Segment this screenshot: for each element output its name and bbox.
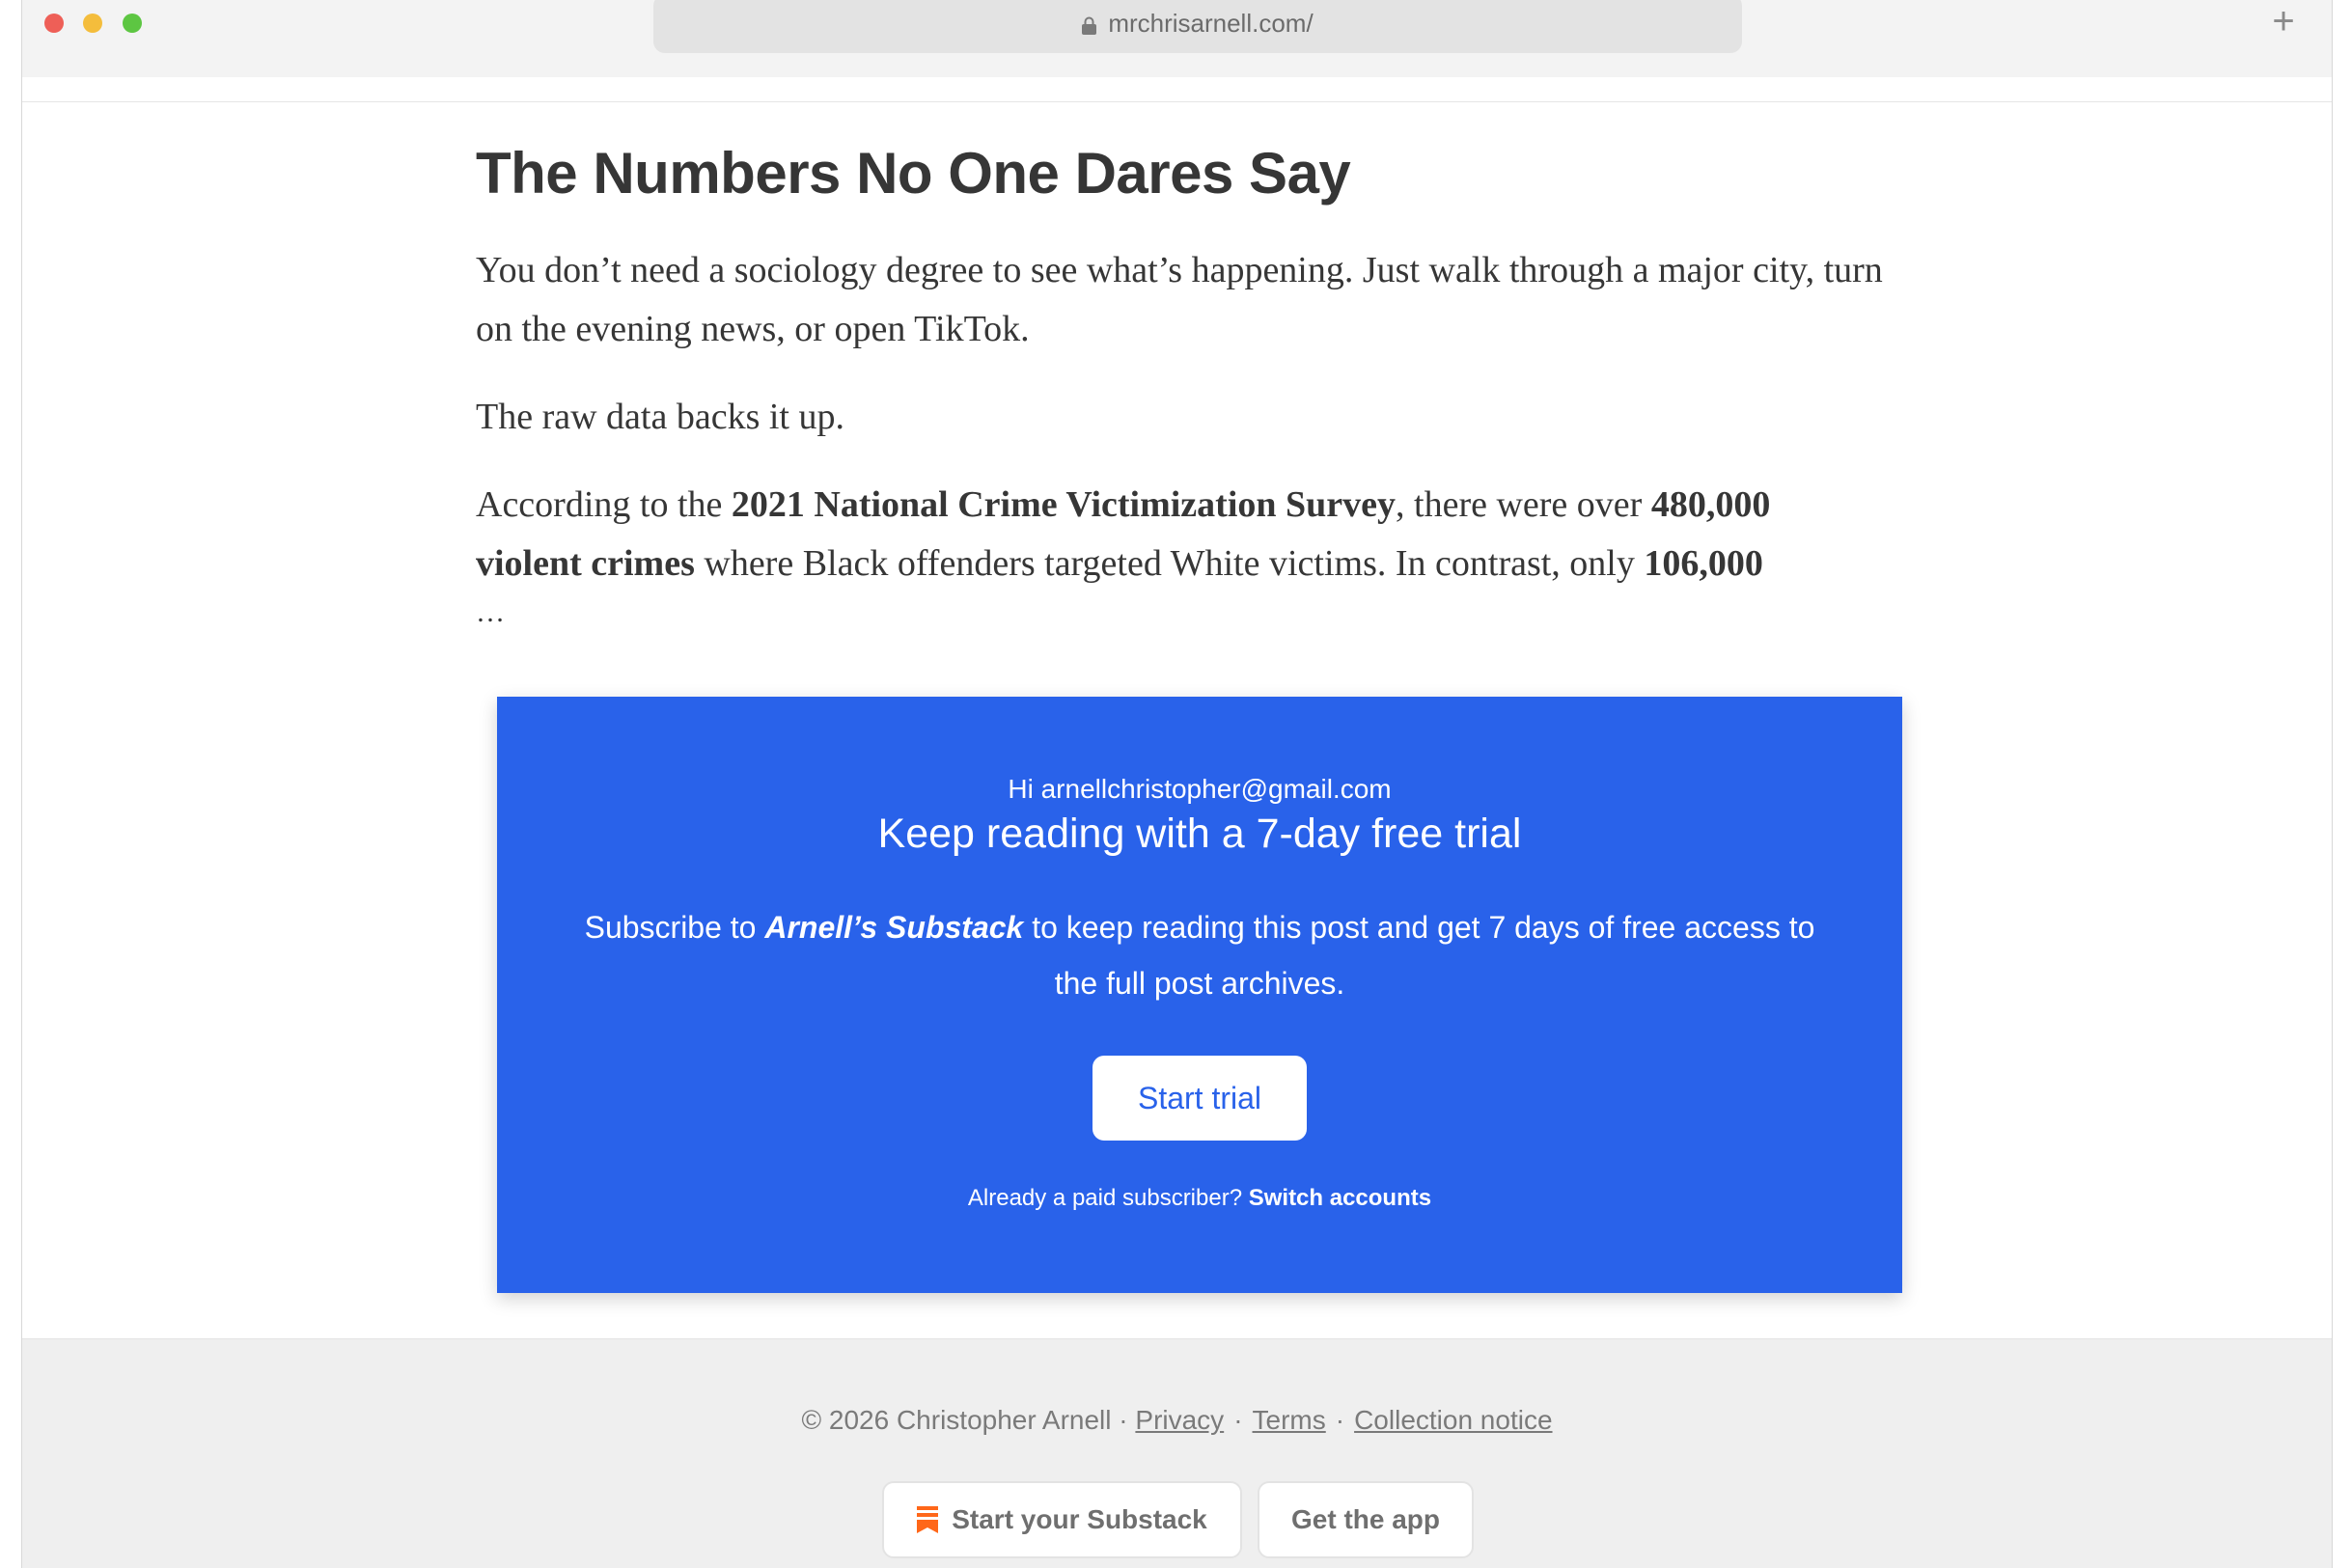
copyright-text: © 2026 Christopher Arnell · [801, 1405, 1136, 1435]
paragraph-3-text: According to the [476, 484, 732, 525]
publication-name: Arnell’s Substack [764, 910, 1024, 945]
paragraph-1: You don’t need a sociology degree to see… [476, 250, 1883, 349]
separator: · [1335, 1405, 1345, 1435]
already-subscriber-text: Already a paid subscriber? [967, 1185, 1249, 1211]
paywall-headline: Keep reading with a 7-day free trial [877, 811, 1522, 857]
footer-links: © 2026 Christopher Arnell · Privacy · Term… [22, 1405, 2332, 1436]
privacy-link[interactable]: Privacy [1135, 1405, 1224, 1435]
close-window-button[interactable] [44, 14, 64, 33]
post-title: The Numbers No One Dares Say [476, 141, 1351, 206]
url-text: mrchrisarnell.com/ [1108, 9, 1314, 38]
separator: · [1233, 1405, 1243, 1435]
paragraph-2: The raw data backs it up. [476, 397, 844, 437]
collection-notice-link[interactable]: Collection notice [1354, 1405, 1552, 1435]
survey-name: 2021 National Crime Victimization Survey [731, 484, 1397, 525]
paywall-box: Hi arnellchristopher@gmail.com Keep read… [497, 697, 1902, 1293]
header-divider [22, 101, 2332, 102]
paragraph-3-text: where Black offenders targeted White vic… [694, 543, 1645, 584]
terms-link[interactable]: Terms [1253, 1405, 1326, 1435]
start-your-substack-button[interactable]: Start your Substack [882, 1481, 1242, 1558]
article-body: The Numbers No One Dares Say You don’t n… [476, 125, 1883, 632]
truncation-ellipsis: … [476, 596, 505, 628]
paywall-desc-text: Subscribe to [584, 910, 765, 945]
paywall-login-line: Already a paid subscriber? Switch accoun… [497, 1185, 1902, 1212]
browser-titlebar: mrchrisarnell.com/ + [22, 0, 2332, 77]
paywall-desc-text: to keep reading this post and get 7 days… [1023, 910, 1815, 1001]
lock-icon [1082, 16, 1097, 35]
minimize-window-button[interactable] [83, 14, 102, 33]
browser-window: mrchrisarnell.com/ + The Numbers No One … [21, 0, 2333, 1568]
address-bar[interactable]: mrchrisarnell.com/ [653, 0, 1742, 53]
zoom-window-button[interactable] [123, 14, 142, 33]
page-footer: © 2026 Christopher Arnell · Privacy · Term… [22, 1338, 2332, 1568]
paywall-greeting: Hi arnellchristopher@gmail.com [1008, 774, 1392, 804]
paywall-description: Subscribe to Arnell’s Substack to keep r… [584, 899, 1815, 1011]
substack-logo-icon [917, 1506, 939, 1533]
paragraph-3-text: , there were over [1396, 484, 1651, 525]
paragraph-3: According to the 2021 National Crime Vic… [476, 476, 1883, 593]
start-your-substack-label: Start your Substack [952, 1504, 1207, 1534]
stat-106000: 106,000 [1644, 543, 1763, 584]
get-the-app-button[interactable]: Get the app [1258, 1481, 1474, 1558]
start-trial-button[interactable]: Start trial [1093, 1056, 1307, 1141]
new-tab-button[interactable]: + [2264, 2, 2303, 41]
switch-accounts-link[interactable]: Switch accounts [1249, 1185, 1431, 1211]
